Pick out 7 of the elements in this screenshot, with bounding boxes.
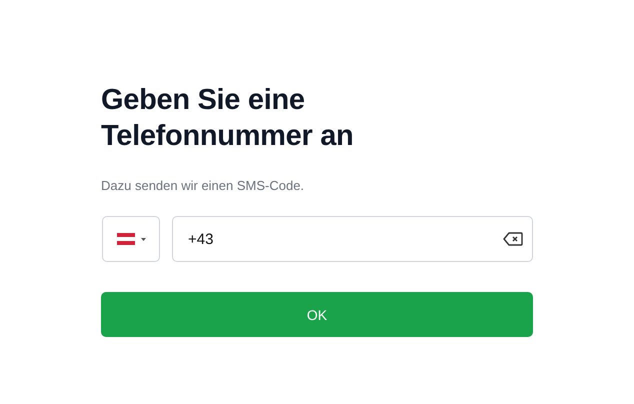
caret-icon: [140, 238, 146, 240]
page-title: Geben Sie eine Telefonnummer an: [101, 83, 354, 154]
phone-field[interactable]: +43: [172, 216, 533, 262]
subtitle: Dazu senden wir einen SMS-Code.: [101, 178, 306, 194]
clear-icon[interactable]: [503, 232, 523, 246]
country-select[interactable]: [102, 216, 160, 262]
flag-icon: [116, 233, 134, 245]
